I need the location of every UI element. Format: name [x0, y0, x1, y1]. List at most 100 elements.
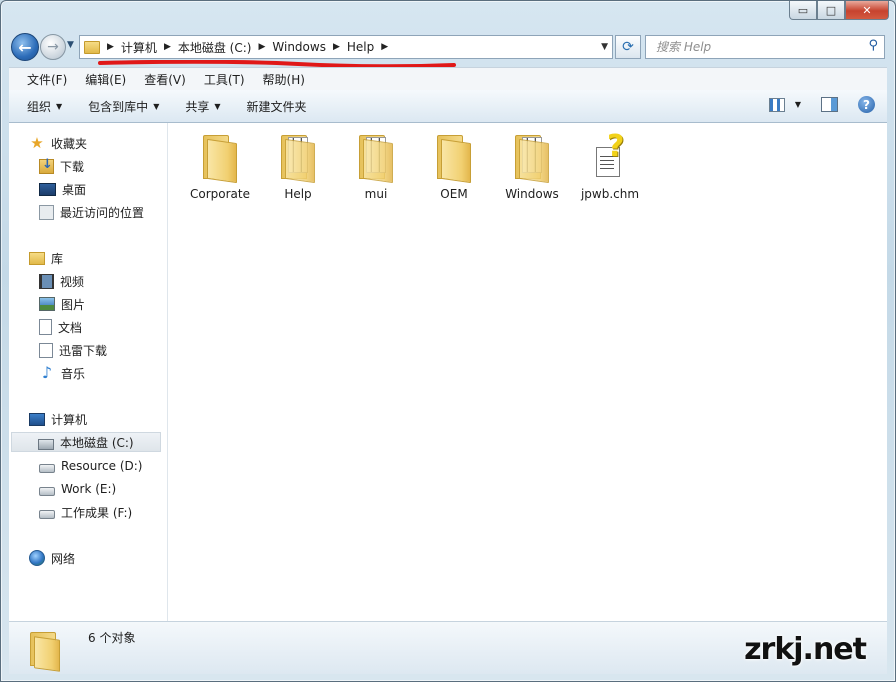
include-in-library-button[interactable]: 包含到库中 ▼ [80, 98, 167, 115]
view-controls: ▼ ? [768, 96, 875, 113]
downloads-folder-icon [39, 157, 54, 174]
drive-icon [39, 487, 55, 496]
nav-item-label: 最近访问的位置 [60, 205, 145, 220]
nav-item-pictures[interactable]: 图片 [39, 294, 85, 314]
chevron-right-icon[interactable]: ▶ [258, 42, 265, 52]
drive-icon [39, 464, 55, 473]
nav-network-label: 网络 [51, 551, 76, 566]
breadcrumb-help[interactable]: Help [347, 40, 374, 54]
arrow-right-icon: → [47, 39, 59, 55]
nav-item-work-e[interactable]: Work (E:) [39, 479, 116, 499]
nav-computer[interactable]: 计算机 [29, 409, 87, 429]
desktop-icon [39, 182, 56, 196]
breadcrumb: ▶ 计算机 ▶ 本地磁盘 (C:) ▶ Windows ▶ Help ▶ [100, 36, 395, 58]
search-icon[interactable]: ⚲ [868, 38, 878, 53]
nav-item-recent-places[interactable]: 最近访问的位置 [39, 202, 144, 222]
recent-pages-button[interactable]: ▼ [67, 40, 74, 50]
nav-item-resource-d[interactable]: Resource (D:) [39, 456, 143, 476]
minimize-button[interactable]: ▭ [789, 1, 817, 20]
navigation-bar: ← → ▼ ▶ 计算机 ▶ 本地磁盘 (C:) ▶ Windows ▶ Help… [11, 33, 887, 61]
view-options-dropdown-icon[interactable]: ▼ [795, 100, 801, 109]
nav-item-desktop[interactable]: 桌面 [39, 179, 86, 199]
preview-pane-icon[interactable] [821, 97, 838, 112]
file-name: Windows [505, 187, 559, 201]
watermark: zrkj.net [744, 632, 867, 667]
help-icon[interactable]: ? [858, 96, 875, 113]
breadcrumb-local-disk-c[interactable]: 本地磁盘 (C:) [178, 39, 252, 56]
system-drive-icon [38, 438, 54, 450]
organize-label: 组织 [27, 99, 52, 114]
file-item-oem[interactable]: OEM [419, 129, 489, 201]
search-input[interactable] [654, 39, 858, 55]
nav-item-results-f[interactable]: 工作成果 (F:) [39, 502, 132, 522]
breadcrumb-computer[interactable]: 计算机 [121, 39, 157, 56]
item-count: 6 个对象 [88, 631, 136, 645]
nav-item-local-disk-c[interactable]: 本地磁盘 (C:) [11, 432, 161, 452]
refresh-button[interactable]: ⟳ [615, 35, 641, 59]
libraries-icon [29, 251, 45, 265]
nav-item-downloads[interactable]: 下载 [39, 156, 84, 176]
file-item-corporate[interactable]: Corporate [185, 129, 255, 201]
folder-with-documents-icon [278, 133, 318, 184]
command-bar: 组织 ▼ 包含到库中 ▼ 共享 ▼ 新建文件夹 ▼ ? [9, 90, 887, 123]
breadcrumb-windows[interactable]: Windows [272, 40, 326, 54]
computer-icon [29, 412, 45, 426]
new-folder-button[interactable]: 新建文件夹 [239, 98, 315, 115]
nav-item-music[interactable]: ♪ 音乐 [39, 363, 85, 383]
nav-item-videos[interactable]: 视频 [39, 271, 84, 291]
explorer-window: ▭ □ ✕ ← → ▼ ▶ 计算机 ▶ 本地磁盘 (C:) ▶ Windows … [0, 0, 896, 682]
content-area: ★ 收藏夹 下载 桌面 最近访问的位置 库 视频 图片 文档 [9, 123, 887, 622]
nav-network[interactable]: 网络 [29, 548, 75, 568]
close-button[interactable]: ✕ [845, 1, 889, 20]
star-icon: ★ [30, 134, 44, 152]
share-button[interactable]: 共享 ▼ [177, 98, 228, 115]
nav-libraries[interactable]: 库 [29, 248, 63, 268]
menu-file[interactable]: 文件(F) [9, 71, 76, 88]
documents-icon [39, 319, 52, 335]
help-file-icon: ? [590, 129, 630, 181]
change-view-icon[interactable] [768, 97, 785, 112]
back-button[interactable]: ← [11, 33, 39, 61]
forward-button[interactable]: → [40, 34, 66, 60]
folder-with-documents-icon [356, 133, 396, 184]
chevron-right-icon[interactable]: ▶ [107, 42, 114, 52]
search-box[interactable]: ⚲ [645, 35, 885, 59]
file-name: jpwb.chm [580, 187, 640, 201]
organize-button[interactable]: 组织 ▼ [19, 98, 70, 115]
menu-view[interactable]: 查看(V) [135, 71, 195, 88]
menu-edit[interactable]: 编辑(E) [76, 71, 135, 88]
thunder-downloads-icon [39, 342, 53, 358]
file-name: OEM [440, 187, 468, 201]
folder-icon [200, 133, 240, 184]
nav-item-documents[interactable]: 文档 [39, 317, 82, 337]
folder-icon [84, 40, 100, 54]
chevron-right-icon[interactable]: ▶ [381, 42, 388, 52]
file-name: Help [284, 187, 312, 201]
chevron-right-icon[interactable]: ▶ [333, 42, 340, 52]
nav-favorites[interactable]: ★ 收藏夹 [29, 133, 87, 153]
music-note-icon: ♪ [41, 363, 53, 382]
nav-item-thunder-downloads[interactable]: 迅雷下载 [39, 340, 107, 360]
nav-computer-label: 计算机 [51, 412, 88, 427]
menu-help[interactable]: 帮助(H) [254, 71, 314, 88]
chevron-right-icon[interactable]: ▶ [164, 42, 171, 52]
address-dropdown-icon[interactable]: ▼ [601, 42, 608, 52]
address-bar[interactable]: ▶ 计算机 ▶ 本地磁盘 (C:) ▶ Windows ▶ Help ▶ ▼ [79, 35, 613, 59]
dropdown-arrow-icon: ▼ [153, 101, 160, 111]
file-item-mui[interactable]: mui [341, 129, 411, 201]
file-item-jpwb-chm[interactable]: ? jpwb.chm [575, 129, 645, 201]
drive-icon [39, 510, 55, 519]
menu-tools[interactable]: 工具(T) [195, 71, 254, 88]
menu-bar: 文件(F) 编辑(E) 查看(V) 工具(T) 帮助(H) [9, 67, 887, 91]
arrow-left-icon: ← [18, 37, 32, 57]
pictures-icon [39, 297, 55, 311]
file-item-windows[interactable]: Windows [497, 129, 567, 201]
network-icon [29, 550, 45, 566]
file-name: Corporate [190, 187, 250, 201]
maximize-button[interactable]: □ [817, 1, 845, 20]
video-icon [39, 273, 54, 289]
nav-item-label: Work (E:) [61, 482, 117, 496]
file-item-help[interactable]: Help [263, 129, 333, 201]
include-in-library-label: 包含到库中 [88, 99, 149, 114]
nav-item-label: 迅雷下载 [59, 343, 108, 358]
